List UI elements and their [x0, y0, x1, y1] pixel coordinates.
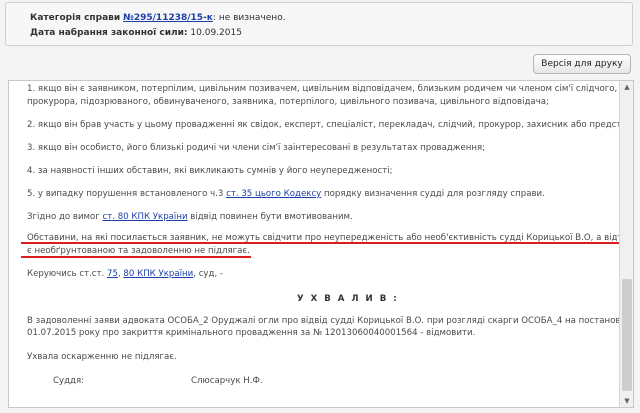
doc-line-3: 3. якщо він особисто, його близькі родич…: [27, 143, 486, 153]
doc-line-8-post: , суд, -: [193, 269, 224, 279]
case-meta-panel: Категорія справи №295/11238/15-к: не виз…: [5, 2, 633, 46]
doc-line-8: Керуючись ст.ст. 75, 80 КПК України, суд…: [27, 268, 223, 280]
case-category-value: не визначено.: [218, 13, 286, 23]
doc-line-4: 4. за наявності інших обставин, які викл…: [27, 166, 393, 176]
document-scrollbar[interactable]: ▲ ▼: [619, 81, 633, 407]
effective-date-value: 10.09.2015: [190, 28, 242, 38]
article-35-link[interactable]: ст. 35 цього Кодексу: [226, 189, 321, 199]
ruling-heading: У Х В А Л И В :: [297, 294, 399, 304]
scroll-up-icon[interactable]: ▲: [620, 81, 633, 93]
annotation-underline-2: [21, 256, 251, 258]
doc-line-1: 1. якщо він є заявником, потерпілим, цив…: [27, 84, 618, 94]
effective-date-label: Дата набрання законної сили:: [30, 28, 188, 38]
scroll-down-icon[interactable]: ▼: [620, 395, 633, 407]
judge-label: Суддя:: [53, 376, 85, 386]
doc-line-6-post: відвід повинен бути вмотивованим.: [187, 212, 353, 222]
doc-line-9b: 01.07.2015 року про закриття кримінально…: [27, 328, 476, 338]
case-category-row: Категорія справи №295/11238/15-к: не виз…: [30, 12, 286, 24]
case-category-label: Категорія справи: [30, 13, 121, 23]
effective-date-row: Дата набрання законної сили: 10.09.2015: [30, 27, 242, 39]
scrollbar-thumb[interactable]: [622, 279, 632, 391]
doc-line-5: 5. у випадку порушення встановленого ч.3…: [27, 188, 545, 200]
annotation-underline-1: [21, 242, 624, 244]
case-category-colon: :: [212, 13, 216, 23]
article-80-link[interactable]: ст. 80 КПК України: [103, 212, 188, 222]
case-number-link[interactable]: №295/11238/15-к: [123, 13, 213, 23]
doc-line-6-pre: Згідно до вимог: [27, 212, 103, 222]
judge-name: Слюсарчук Н.Ф.: [191, 376, 263, 386]
doc-line-10: Ухвала оскарженню не підлягає.: [27, 352, 177, 362]
doc-line-8-pre: Керуючись ст.ст.: [27, 269, 108, 279]
doc-line-5-pre: 5. у випадку порушення встановленого ч.3: [27, 189, 227, 199]
doc-line-5-post: порядку визначення судді для розгляду сп…: [321, 189, 545, 199]
doc-line-2: 2. якщо він брав участь у цьому провадже…: [27, 120, 634, 130]
article-75-link[interactable]: 75: [107, 269, 118, 279]
doc-line-1b: прокурора, підозрюваного, обвинуваченого…: [27, 97, 549, 107]
doc-line-9a: В задоволенні заяви адвоката ОСОБА_2 Ору…: [27, 316, 634, 326]
print-version-button[interactable]: Версія для друку: [533, 54, 631, 74]
doc-line-6: Згідно до вимог ст. 80 КПК України відві…: [27, 211, 353, 223]
kpk-80-link[interactable]: 80 КПК України: [123, 269, 193, 279]
document-viewer: 1. якщо він є заявником, потерпілим, цив…: [8, 80, 634, 408]
